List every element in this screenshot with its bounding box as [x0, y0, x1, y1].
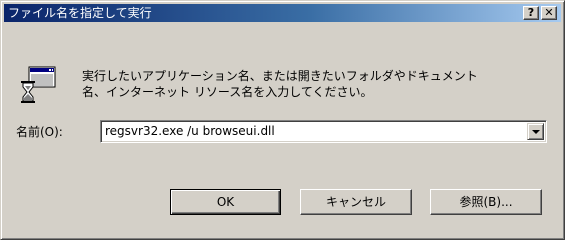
close-button[interactable]: ✕ [541, 6, 557, 20]
window-title: ファイル名を指定して実行 [8, 6, 152, 20]
title-bar[interactable]: ファイル名を指定して実行 ? ✕ [4, 4, 561, 22]
instructions-text: 実行したいアプリケーション名、または開きたいフォルダやドキュメント 名、インター… [82, 68, 542, 100]
instructions-line-1: 実行したいアプリケーション名、または開きたいフォルダやドキュメント [82, 69, 478, 83]
ok-button[interactable]: OK [170, 189, 281, 215]
dropdown-button[interactable] [527, 123, 544, 140]
instructions-line-2: 名、インターネット リソース名を入力してください。 [82, 85, 373, 99]
run-dialog: ファイル名を指定して実行 ? ✕ 実行したいアプリケーション名、または開きたいフ… [0, 0, 565, 240]
chevron-down-icon [532, 130, 540, 134]
command-combobox[interactable]: regsvr32.exe /u browseui.dll [100, 120, 547, 143]
cancel-button[interactable]: キャンセル [300, 189, 412, 215]
command-input[interactable]: regsvr32.exe /u browseui.dll [105, 124, 275, 138]
name-label: 名前(O): [16, 125, 63, 139]
run-program-icon [18, 65, 58, 105]
browse-button[interactable]: 参照(B)... [430, 189, 542, 215]
help-button[interactable]: ? [523, 6, 539, 20]
